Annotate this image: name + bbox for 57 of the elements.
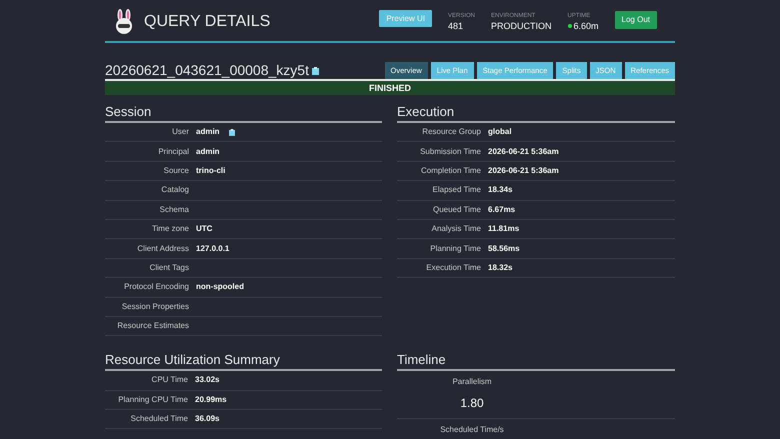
- field-label: Scheduled Time: [130, 413, 188, 426]
- field-value: 20.99ms: [195, 394, 227, 406]
- field-label: CPU Time: [150, 374, 188, 386]
- field-label: Source: [162, 164, 189, 177]
- field-value: 2026-06-21 5:36am: [488, 164, 559, 177]
- field-value: 18.34s: [488, 184, 512, 196]
- field-label: Resource Group: [421, 126, 481, 138]
- field-label: Queued Time: [432, 204, 481, 216]
- stat-value: PRODUCTION: [491, 20, 552, 32]
- field-label: Analysis Time: [430, 223, 481, 236]
- field-value: UTC: [196, 223, 212, 236]
- field-label: Principal: [157, 146, 189, 158]
- query-id: 20260621_043621_00008_kzy5t: [105, 61, 309, 79]
- field-value: global: [488, 126, 512, 138]
- field-value: admin: [196, 126, 220, 138]
- preview-ui-button[interactable]: Preview UI: [379, 10, 432, 27]
- field-label: Schema: [158, 204, 189, 216]
- page-title: QUERY DETAILS: [144, 12, 270, 32]
- stat-value: 6.60m: [574, 20, 599, 32]
- field-value: trino-cli: [196, 164, 226, 177]
- metric-label: Scheduled Time/s: [440, 424, 504, 436]
- field-value: 36.09s: [195, 413, 220, 426]
- field-label: Client Tags: [148, 262, 189, 274]
- field-label: User: [171, 126, 189, 138]
- query-state-banner: FINISHED: [105, 79, 675, 95]
- field-value: 6.67ms: [488, 204, 516, 216]
- field-value: 127.0.0.1: [196, 242, 230, 255]
- field-label: Submission Time: [419, 146, 481, 158]
- field-label: Execution Time: [425, 262, 481, 274]
- field-value: admin: [196, 146, 220, 158]
- section-title: Resource Utilization Summary: [105, 351, 382, 372]
- field-label: Client Address: [136, 242, 189, 255]
- clipboard-icon[interactable]: [312, 67, 319, 75]
- clipboard-icon[interactable]: [228, 128, 235, 136]
- field-value: non-spooled: [196, 281, 244, 294]
- field-label: Catalog: [160, 184, 189, 196]
- section-title: Timeline: [397, 351, 675, 372]
- field-value: 58.56ms: [488, 242, 520, 255]
- field-label: Elapsed Time: [432, 184, 481, 196]
- field-value: 33.02s: [195, 374, 220, 386]
- field-label: Completion Time: [420, 164, 481, 177]
- field-label: Time zone: [150, 223, 189, 236]
- section-title: Session: [105, 103, 382, 123]
- field-label: Protocol Encoding: [123, 281, 189, 294]
- field-label: Resource Estimates: [116, 320, 189, 332]
- metric-label: Parallelism: [452, 376, 492, 388]
- field-value: 2026-06-21 5:36am: [488, 146, 559, 158]
- field-value: 11.81ms: [488, 223, 520, 236]
- section-title: Execution: [397, 103, 675, 123]
- field-value: 18.32s: [488, 262, 512, 274]
- bunny-logo-icon: [113, 8, 135, 34]
- log-out-button[interactable]: Log Out: [614, 10, 657, 28]
- field-label: Planning Time: [429, 242, 481, 255]
- field-label: Planning CPU Time: [117, 394, 188, 406]
- field-label: Session Properties: [120, 300, 189, 313]
- metric-value: 1.80: [460, 395, 484, 412]
- stat-value: 481: [448, 20, 464, 32]
